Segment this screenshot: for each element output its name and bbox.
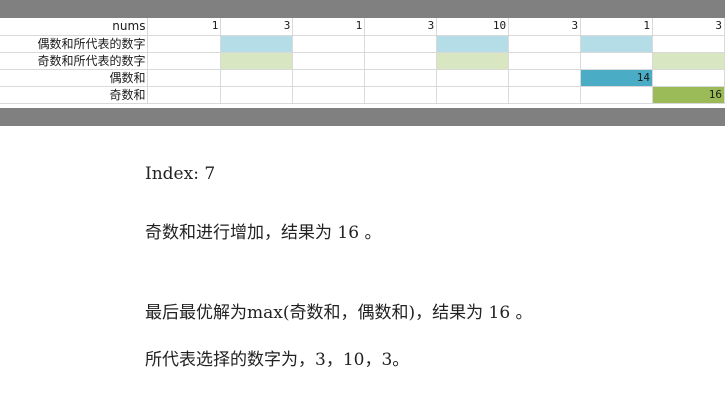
row-label[interactable]: 奇数和 [0, 86, 149, 104]
table-cell[interactable] [292, 52, 366, 70]
table-cell[interactable]: 1 [292, 18, 366, 36]
table-row: 奇数和 16 [0, 86, 725, 104]
table-cell[interactable] [436, 69, 510, 87]
table-cell[interactable] [508, 52, 582, 70]
table-cell[interactable]: 3 [508, 18, 582, 36]
table-cell[interactable]: 3 [652, 18, 725, 36]
spreadsheet-table: nums 1 3 1 3 10 3 1 3 偶数和所代表的数字 奇数和所代表的数字 偶数和 14 奇数和 1… [0, 18, 725, 104]
table-row: 偶数和 14 [0, 69, 725, 87]
table-cell[interactable]: 16 [652, 86, 725, 104]
table-cell[interactable]: 14 [580, 69, 654, 87]
table-cell[interactable] [508, 35, 582, 53]
footer-bar [0, 108, 725, 126]
table-cell[interactable]: 3 [220, 18, 294, 36]
table-cell[interactable] [292, 86, 366, 104]
odd-sum-line: 奇数和进行增加，结果为 16 。 [145, 223, 382, 243]
table-cell[interactable]: 1 [147, 18, 222, 36]
table-cell[interactable] [652, 69, 725, 87]
table-cell[interactable]: 1 [580, 18, 654, 36]
row-label[interactable]: 偶数和 [0, 69, 149, 87]
table-cell[interactable] [364, 86, 438, 104]
table-cell[interactable] [580, 52, 654, 70]
table-cell[interactable] [364, 69, 438, 87]
index-line: Index: 7 [145, 164, 216, 184]
table-cell[interactable]: 10 [436, 18, 510, 36]
table-cell[interactable] [147, 86, 222, 104]
table-row: 奇数和所代表的数字 [0, 52, 725, 70]
max-result-line: 最后最优解为max(奇数和，偶数和)，结果为 16 。 [145, 303, 533, 323]
table-cell[interactable] [147, 69, 222, 87]
table-cell[interactable] [220, 86, 294, 104]
table-cell[interactable] [652, 35, 725, 53]
table-cell[interactable]: 3 [364, 18, 438, 36]
table-cell[interactable] [508, 86, 582, 104]
table-cell[interactable] [580, 35, 654, 53]
table-cell[interactable] [220, 35, 294, 53]
table-cell[interactable] [508, 69, 582, 87]
table-cell[interactable] [147, 52, 222, 70]
header-bar [0, 0, 725, 18]
table-cell[interactable] [436, 52, 510, 70]
table-cell[interactable] [364, 52, 438, 70]
table-cell[interactable] [364, 35, 438, 53]
table-cell[interactable] [220, 69, 294, 87]
table-cell[interactable] [580, 86, 654, 104]
table-cell[interactable] [292, 69, 366, 87]
row-label[interactable]: nums [0, 18, 149, 36]
table-cell[interactable] [147, 35, 222, 53]
selection-line: 所代表选择的数字为，3，10，3。 [145, 350, 410, 370]
row-label[interactable]: 奇数和所代表的数字 [0, 52, 149, 70]
table-cell[interactable] [436, 35, 510, 53]
table-cell[interactable] [292, 35, 366, 53]
table-row: 偶数和所代表的数字 [0, 35, 725, 53]
table-cell[interactable] [220, 52, 294, 70]
table-cell[interactable] [436, 86, 510, 104]
row-label[interactable]: 偶数和所代表的数字 [0, 35, 149, 53]
table-row: nums 1 3 1 3 10 3 1 3 [0, 18, 725, 36]
table-cell[interactable] [652, 52, 725, 70]
